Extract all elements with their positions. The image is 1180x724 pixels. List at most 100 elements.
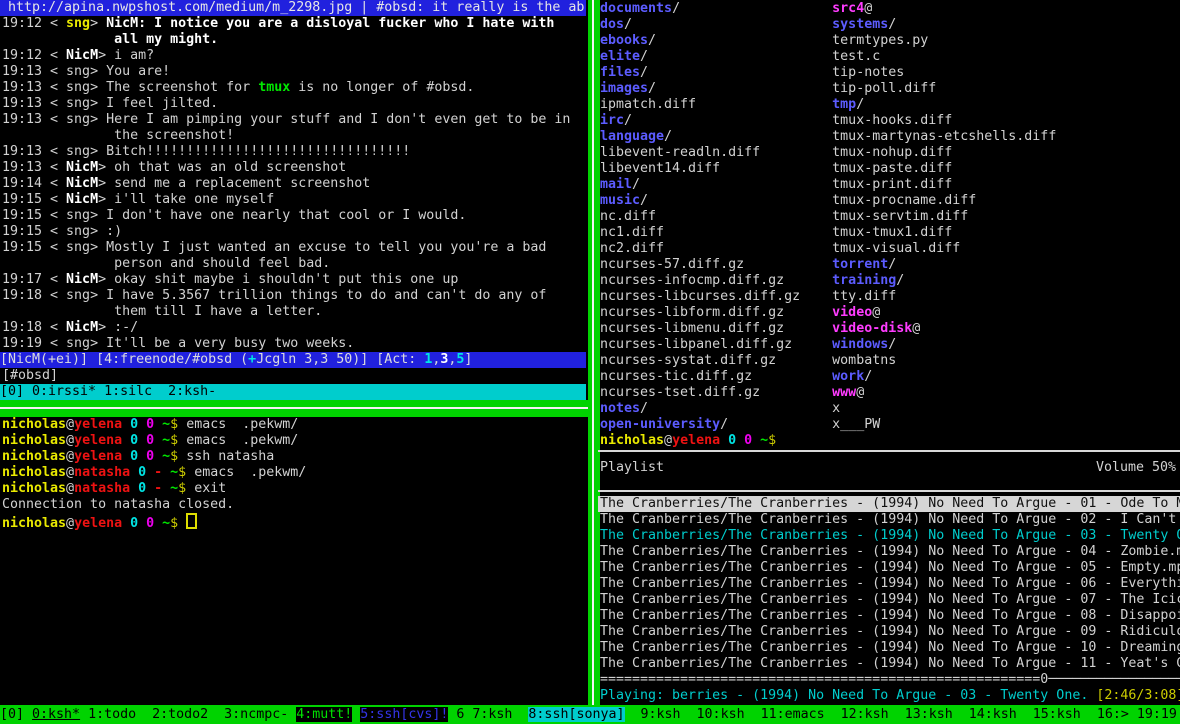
text-segment: NicM [66,160,98,175]
status-bar-window-item[interactable]: 4:mutt! [296,707,352,722]
text-segment: + [248,352,256,367]
text-segment: ebooks [600,33,648,48]
text-segment: files [600,65,640,80]
text-segment: > [90,80,106,95]
shell-pane[interactable]: nicholas@yelena 0 0 ~$ emacs .pekwm/nich… [2,417,586,532]
pane-border-horizontal[interactable] [0,400,600,417]
status-bar-text[interactable]: 9:ksh 10:ksh 11:emacs 12:ksh 13:ksh 14:k… [625,707,1137,722]
text-segment: mail [600,177,632,192]
text-segment [744,257,832,272]
status-bar-window-item[interactable]: 5:ssh[cvs]! [360,707,448,722]
file-entry-row[interactable]: nc.diff tmux-servtim.diff [598,209,1180,225]
text-segment: / [888,257,896,272]
file-entry-row[interactable]: ncurses-tic.diff.gz work/ [598,369,1180,385]
track-row[interactable]: The Cranberries/The Cranberries - (1994)… [598,608,1180,624]
pane-border-line [592,0,594,724]
text-segment: ~ [162,516,170,531]
text-segment: yelena [74,516,122,531]
status-bar-text[interactable]: 1:todo 2:todo2 3:ncmpc- [80,707,296,722]
inner-tmux-status-bar[interactable]: [0] 0:irssi* 1:silc 2:ksh- [0,384,586,400]
chat-line: 19:15 < NicM> i'll take one myself [2,192,586,208]
text-segment: 19:13 < [2,80,66,95]
track-row[interactable]: The Cranberries/The Cranberries - (1994)… [598,560,1180,576]
file-entry-row[interactable]: ebooks/ termtypes.py [598,33,1180,49]
file-entry-row[interactable]: ipmatch.diff tmp/ [598,97,1180,113]
status-bar-window-item[interactable]: 0:ksh* [32,707,80,722]
track-row[interactable]: The Cranberries/The Cranberries - (1994)… [598,624,1180,640]
text-segment: / [640,193,832,208]
track-row[interactable]: The Cranberries/The Cranberries - (1994)… [598,512,1180,528]
file-entry-row[interactable]: ncurses-tset.diff.gz www@ [598,385,1180,401]
text-segment: nicholas [2,433,66,448]
status-bar-text[interactable]: 6 7:ksh [448,707,528,722]
text-segment: ~ [760,433,768,448]
track-row[interactable]: The Cranberries/The Cranberries - (1994)… [598,544,1180,560]
file-entry-row[interactable]: ncurses-57.diff.gz torrent/ [598,257,1180,273]
text-segment: sng [66,64,90,79]
file-entry-row[interactable]: libevent14.diff tmux-paste.diff [598,161,1180,177]
file-entry-row[interactable]: ncurses-libcurses.diff.gz tty.diff [598,289,1180,305]
file-entry-row[interactable]: nc1.diff tmux-tmux1.diff [598,225,1180,241]
file-entry-row[interactable]: language/ tmux-martynas-etcshells.diff [598,129,1180,145]
volume-indicator: Volume 50% [1096,460,1176,476]
text-segment: @ [872,305,880,320]
text-segment: I have 5.3567 trillion things to do and … [106,288,546,303]
file-entry-row[interactable]: ncurses-systat.diff.gz wombatns [598,353,1180,369]
file-entry-row[interactable]: ncurses-libform.diff.gz video@ [598,305,1180,321]
file-entry-row[interactable]: open-university/ x___PW [598,417,1180,433]
file-entry-row[interactable]: irc/ tmux-hooks.diff [598,113,1180,129]
track-row[interactable]: The Cranberries/The Cranberries - (1994)… [598,496,1180,512]
text-segment: > [98,192,114,207]
text-segment [664,225,832,240]
text-segment: > [90,96,106,111]
playlist-tracks[interactable]: The Cranberries/The Cranberries - (1994)… [598,496,1180,672]
text-segment: src4 [832,1,864,16]
file-entry-row[interactable]: mail/ tmux-print.diff [598,177,1180,193]
text-segment [154,417,162,432]
irc-chat-log[interactable]: 19:12 < sng> NicM: I notice you are a di… [2,16,586,352]
file-entry-row[interactable]: music/ tmux-procname.diff [598,193,1180,209]
player-progress-bar[interactable]: ========================================… [600,672,1180,688]
text-segment: emacs .pekwm/ [186,417,298,432]
text-segment: > [90,208,106,223]
file-entry-row[interactable]: ncurses-infocmp.diff.gz training/ [598,273,1180,289]
track-row[interactable]: The Cranberries/The Cranberries - (1994)… [598,576,1180,592]
text-segment: emacs .pekwm/ [186,433,298,448]
text-segment: natasha [74,465,130,480]
file-entry-row[interactable]: files/ tip-notes [598,65,1180,81]
text-segment: the screenshot! [2,128,234,143]
text-segment: sng [66,224,90,239]
text-segment: / [672,1,832,16]
text-segment: nc1.diff [600,225,664,240]
status-bar-text[interactable]: [0] [0,707,32,722]
status-bar-window-item[interactable]: 8:ssh[sonya] [528,707,624,722]
text-segment: 19:17 < [2,272,66,287]
track-row[interactable]: The Cranberries/The Cranberries - (1994)… [598,528,1180,544]
music-player-pane[interactable]: Playlist Volume 50% The Cranberries/The … [598,448,1180,705]
file-entry-row[interactable]: images/ tip-poll.diff [598,81,1180,97]
text-segment: tmp [832,97,856,112]
file-listing-pane[interactable]: documents/ src4@dos/ systems/ebooks/ ter… [598,0,1180,448]
shell-line: nicholas@natasha 0 - ~$ emacs .pekwm/ [2,465,586,481]
text-segment: @ [66,417,74,432]
file-entry-row[interactable]: notes/ x [598,401,1180,417]
file-entry-row[interactable]: dos/ systems/ [598,17,1180,33]
text-segment: - [146,465,162,480]
file-entry-row[interactable]: nc2.diff tmux-visual.diff [598,241,1180,257]
text-segment: torrent [832,257,888,272]
text-segment: $ [178,481,194,496]
file-entry-row[interactable]: elite/ test.c [598,49,1180,65]
text-segment: ncurses-tic.diff.gz [600,369,752,384]
track-row[interactable]: The Cranberries/The Cranberries - (1994)… [598,592,1180,608]
file-entry-row[interactable]: libevent-readln.diff tmux-nohup.diff [598,145,1180,161]
shell-line: nicholas@yelena 0 0 ~$ emacs .pekwm/ [2,417,586,433]
status-bar-text[interactable]: 19:19 [1137,707,1177,722]
text-segment: [NicM(+ei)] [4:freenode/#obsd ( [0,352,248,367]
track-row[interactable]: The Cranberries/The Cranberries - (1994)… [598,656,1180,672]
file-entry-row[interactable]: ncurses-libmenu.diff.gz video-disk@ [598,321,1180,337]
file-entry-row[interactable]: ncurses-libpanel.diff.gz windows/ [598,337,1180,353]
track-row[interactable]: The Cranberries/The Cranberries - (1994)… [598,640,1180,656]
irssi-input-line[interactable]: [#obsd] [2,368,586,384]
text-segment: tmux-nohup.diff [832,145,952,160]
file-entry-row[interactable]: documents/ src4@ [598,1,1180,17]
